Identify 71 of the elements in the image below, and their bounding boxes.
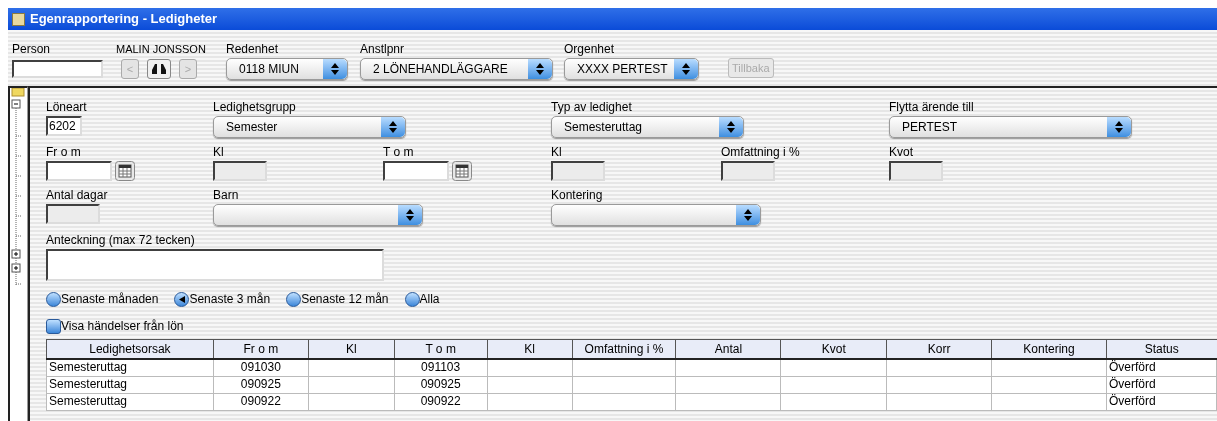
radio-button[interactable] xyxy=(404,291,420,307)
field-label: Antal dagar xyxy=(46,188,109,202)
dropdown[interactable]: Semesteruttag xyxy=(551,116,744,138)
field-label: Ledighetsgrupp xyxy=(213,100,297,114)
field-label: Löneart xyxy=(46,100,88,114)
field-label: Kl xyxy=(551,145,563,159)
column-header[interactable]: Antal xyxy=(675,339,781,359)
field-label: Fr o m xyxy=(46,145,82,159)
dropdown[interactable] xyxy=(213,204,423,226)
radio-label: Senaste 12 mån xyxy=(301,291,389,308)
field-label: Person xyxy=(12,42,52,56)
calendar-icon[interactable] xyxy=(452,161,472,181)
column-header[interactable]: Status xyxy=(1106,339,1217,359)
window-title: Egenrapportering - Ledigheter xyxy=(30,10,218,29)
column-header[interactable]: Kvot xyxy=(780,339,887,359)
field-label: Kl xyxy=(213,145,225,159)
table-cell: Semesteruttag xyxy=(46,359,214,376)
table-cell: Överförd xyxy=(1106,376,1217,393)
dropdown[interactable]: PERTEST xyxy=(889,116,1132,138)
dropdown[interactable]: XXXX PERTEST xyxy=(564,58,699,80)
person-name: MALIN JONSSON xyxy=(116,42,207,56)
table-cell: 091030 xyxy=(213,359,309,376)
column-header[interactable]: Ledighetsorsak xyxy=(46,339,214,359)
radio-label: Senaste månaden xyxy=(61,291,159,308)
checkbox[interactable] xyxy=(46,318,61,334)
field-label: Typ av ledighet xyxy=(551,100,633,114)
field-label: Anstlpnr xyxy=(360,42,406,56)
field-label: Flytta ärende till xyxy=(889,100,975,114)
checkbox-label: Visa händelser från lön xyxy=(61,318,184,335)
dropdown[interactable]: 0118 MIUN xyxy=(226,58,348,80)
binoculars-icon xyxy=(151,63,167,75)
radio-button[interactable] xyxy=(46,291,61,307)
dropdown[interactable] xyxy=(551,204,761,226)
field-label: T o m xyxy=(383,145,415,159)
column-header[interactable]: Kl xyxy=(308,339,395,359)
calendar-icon[interactable] xyxy=(115,161,135,181)
input-field[interactable] xyxy=(12,60,103,78)
column-header[interactable]: Kl xyxy=(487,339,572,359)
radio-button[interactable] xyxy=(174,291,190,307)
column-header[interactable]: Fr o m xyxy=(213,339,309,359)
table-cell: Semesteruttag xyxy=(46,376,214,393)
table-cell: Överförd xyxy=(1106,393,1217,410)
table-cell: 090922 xyxy=(213,393,309,410)
table-cell: 090922 xyxy=(394,393,488,410)
dropdown[interactable]: 2 LÖNEHANDLÄGGARE xyxy=(360,58,553,80)
field-label: Barn xyxy=(213,188,240,202)
field-label: Orgenhet xyxy=(564,42,616,56)
field-label: Redenhet xyxy=(226,42,280,56)
search-button[interactable] xyxy=(147,59,171,79)
column-header[interactable]: Kontering xyxy=(991,339,1107,359)
dropdown[interactable]: Semester xyxy=(213,116,406,138)
input-field[interactable] xyxy=(46,249,384,281)
field-label: Omfattning i % xyxy=(721,145,801,159)
field-label: Anteckning (max 72 tecken) xyxy=(46,233,196,247)
input-field[interactable] xyxy=(46,161,112,181)
column-header[interactable]: Korr xyxy=(886,339,992,359)
field-label: Kvot xyxy=(889,145,914,159)
table-cell: Överförd xyxy=(1106,359,1217,376)
column-header[interactable]: Omfattning i % xyxy=(572,339,676,359)
field-label: Kontering xyxy=(551,188,604,202)
app-icon xyxy=(12,12,25,26)
input-field[interactable] xyxy=(383,161,449,181)
table-cell: Semesteruttag xyxy=(46,393,214,410)
column-header[interactable]: T o m xyxy=(394,339,488,359)
table-cell: 090925 xyxy=(213,376,309,393)
radio-label: Senaste 3 mån xyxy=(189,291,271,308)
radio-label: Alla xyxy=(419,291,440,308)
input-field[interactable]: 6202 xyxy=(46,116,82,136)
table-cell: 091103 xyxy=(394,359,488,376)
radio-button[interactable] xyxy=(286,291,302,307)
table-cell: 090925 xyxy=(394,376,488,393)
